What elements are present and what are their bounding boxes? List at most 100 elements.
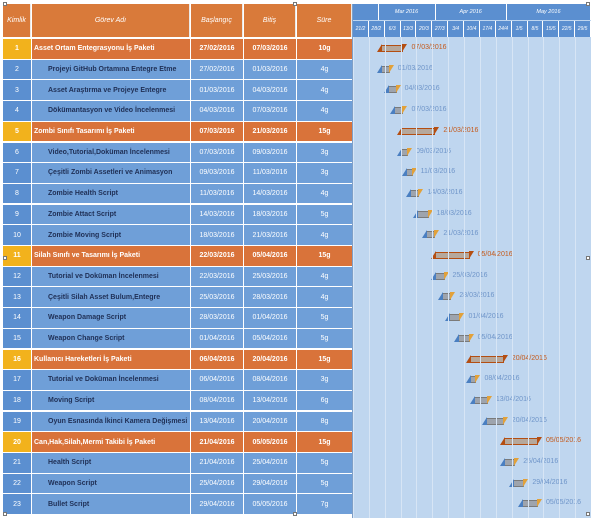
end-date-cell[interactable]: 28/03/2016: [244, 287, 296, 307]
start-date-cell[interactable]: 27/02/2016: [191, 39, 243, 59]
task-id-cell[interactable]: 6: [3, 142, 31, 162]
column-header-end[interactable]: Bitiş: [244, 4, 296, 37]
task-row[interactable]: 21 Health Script 21/04/2016 25/04/2016 5g: [3, 453, 352, 474]
start-date-cell[interactable]: 18/03/2016: [191, 225, 243, 245]
end-marker-icon[interactable]: [418, 188, 424, 197]
start-marker-icon[interactable]: [465, 375, 471, 384]
resize-handle-top-middle[interactable]: [293, 2, 297, 6]
task-name-cell[interactable]: Dökümantasyon ve Video İncelenmesi: [32, 101, 190, 121]
start-date-cell[interactable]: 22/03/2016: [191, 266, 243, 287]
task-id-cell[interactable]: 13: [3, 287, 31, 307]
task-row[interactable]: 13 Çeşitli Silah Asset Bulum,Entegre 25/03…: [3, 287, 352, 308]
start-marker-icon[interactable]: [406, 188, 412, 197]
duration-cell[interactable]: 4g: [297, 266, 352, 287]
start-marker-icon[interactable]: [422, 230, 428, 239]
start-marker-icon[interactable]: [465, 354, 471, 363]
end-date-cell[interactable]: 09/03/2016: [244, 142, 296, 162]
duration-cell[interactable]: 6g: [297, 390, 352, 411]
start-date-cell[interactable]: 22/03/2016: [191, 246, 243, 266]
task-name-cell[interactable]: Oyun Esnasında İkinci Kamera Değişmesi: [32, 411, 190, 432]
end-marker-icon[interactable]: [537, 499, 542, 508]
column-header-task-name[interactable]: Görev Adı: [32, 4, 190, 37]
start-date-cell[interactable]: 27/02/2016: [191, 59, 243, 80]
task-row[interactable]: 3 Asset Araştırma ve Projeye Entegre 01/03…: [3, 80, 352, 101]
end-date-cell[interactable]: 01/03/2016: [244, 59, 296, 80]
duration-cell[interactable]: 5g: [297, 473, 352, 494]
task-name-cell[interactable]: Can,Hak,Silah,Mermi Takibi İş Paketi: [32, 432, 190, 452]
duration-cell[interactable]: 4g: [297, 59, 352, 80]
summary-bar[interactable]: [401, 127, 436, 135]
task-id-cell[interactable]: 8: [3, 183, 31, 204]
duration-cell[interactable]: 4g: [297, 287, 352, 307]
end-marker-icon[interactable]: [502, 354, 508, 363]
task-name-cell[interactable]: Moving Script: [32, 390, 190, 411]
task-id-cell[interactable]: 14: [3, 308, 31, 328]
start-marker-icon[interactable]: [438, 292, 444, 301]
task-name-cell[interactable]: Silah Sınıfı ve Tasarımı İş Paketi: [32, 246, 190, 266]
task-id-cell[interactable]: 3: [3, 80, 31, 100]
task-row[interactable]: 17 Tutorial ve Doküman İncelenmesi 06/04/2…: [3, 370, 352, 391]
task-id-cell[interactable]: 12: [3, 266, 31, 287]
task-row[interactable]: 6 Video,Tutorial,Doküman İncelenmesi 07/03…: [3, 142, 352, 164]
end-date-cell[interactable]: 07/03/2016: [244, 101, 296, 121]
task-name-cell[interactable]: Weapon Change Script: [32, 328, 190, 349]
end-date-cell[interactable]: 29/04/2016: [244, 473, 296, 494]
task-name-cell[interactable]: Kullanıcı Hareketleri İş Paketi: [32, 349, 190, 369]
duration-cell[interactable]: 3g: [297, 370, 352, 390]
task-id-cell[interactable]: 10: [3, 225, 31, 245]
end-date-cell[interactable]: 05/04/2016: [244, 328, 296, 349]
resize-handle-bottom-middle[interactable]: [293, 512, 297, 516]
start-date-cell[interactable]: 29/04/2016: [191, 494, 243, 514]
task-row[interactable]: 4 Dökümantasyon ve Video İncelenmesi 04/03…: [3, 101, 352, 122]
start-date-cell[interactable]: 09/03/2016: [191, 163, 243, 183]
duration-cell[interactable]: 5g: [297, 204, 352, 225]
end-marker-icon[interactable]: [402, 44, 408, 52]
task-id-cell[interactable]: 2: [3, 59, 31, 80]
duration-cell[interactable]: 15g: [297, 246, 352, 266]
task-name-cell[interactable]: Projeyi GitHub Ortamına Entegre Etme: [32, 59, 190, 80]
end-date-cell[interactable]: 18/03/2016: [244, 204, 296, 225]
end-date-cell[interactable]: 07/03/2016: [244, 39, 296, 59]
end-date-cell[interactable]: 01/04/2016: [244, 308, 296, 328]
start-marker-icon[interactable]: [376, 64, 382, 73]
end-date-cell[interactable]: 20/04/2016: [244, 411, 296, 432]
task-id-cell[interactable]: 16: [3, 349, 31, 369]
end-date-cell[interactable]: 14/03/2016: [244, 183, 296, 204]
task-name-cell[interactable]: Zombie Attact Script: [32, 204, 190, 225]
task-name-cell[interactable]: Health Script: [32, 453, 190, 473]
duration-cell[interactable]: 3g: [297, 142, 352, 162]
task-name-cell[interactable]: Asset Araştırma ve Projeye Entegre: [32, 80, 190, 100]
duration-cell[interactable]: 15g: [297, 432, 352, 452]
task-name-cell[interactable]: Zombie Moving Script: [32, 225, 190, 245]
summary-task-row[interactable]: 16 Kullanıcı Hareketleri İş Paketi 06/04/2…: [3, 349, 352, 371]
task-bar[interactable]: [522, 500, 538, 508]
duration-cell[interactable]: 3g: [297, 163, 352, 183]
duration-cell[interactable]: 15g: [297, 349, 352, 369]
task-id-cell[interactable]: 17: [3, 370, 31, 390]
task-name-cell[interactable]: Asset Ortam Entegrasyonu İş Paketi: [32, 39, 190, 59]
task-name-cell[interactable]: Video,Tutorial,Doküman İncelenmesi: [32, 142, 190, 162]
task-id-cell[interactable]: 23: [3, 494, 31, 514]
duration-cell[interactable]: 8g: [297, 411, 352, 432]
task-name-cell[interactable]: Bullet Script: [32, 494, 190, 514]
end-marker-icon[interactable]: [407, 147, 413, 156]
task-row[interactable]: 8 Zombie Health Script 11/03/2016 14/03/201…: [3, 183, 352, 205]
duration-cell[interactable]: 10g: [297, 39, 352, 59]
duration-cell[interactable]: 5g: [297, 328, 352, 349]
duration-cell[interactable]: 5g: [297, 453, 352, 473]
duration-cell[interactable]: 4g: [297, 225, 352, 245]
duration-cell[interactable]: 4g: [297, 183, 352, 204]
task-name-cell[interactable]: Tutorial ve Doküman İncelenmesi: [32, 266, 190, 287]
end-date-cell[interactable]: 05/04/2016: [244, 246, 296, 266]
end-date-cell[interactable]: 04/03/2016: [244, 80, 296, 100]
start-marker-icon[interactable]: [499, 437, 505, 446]
task-id-cell[interactable]: 1: [3, 39, 31, 59]
start-marker-icon[interactable]: [470, 395, 476, 404]
start-date-cell[interactable]: 25/04/2016: [191, 473, 243, 494]
task-name-cell[interactable]: Weapon Script: [32, 473, 190, 494]
start-marker-icon[interactable]: [481, 416, 487, 425]
end-date-cell[interactable]: 25/03/2016: [244, 266, 296, 287]
start-date-cell[interactable]: 07/03/2016: [191, 121, 243, 142]
task-id-cell[interactable]: 19: [3, 411, 31, 432]
duration-cell[interactable]: 5g: [297, 308, 352, 328]
